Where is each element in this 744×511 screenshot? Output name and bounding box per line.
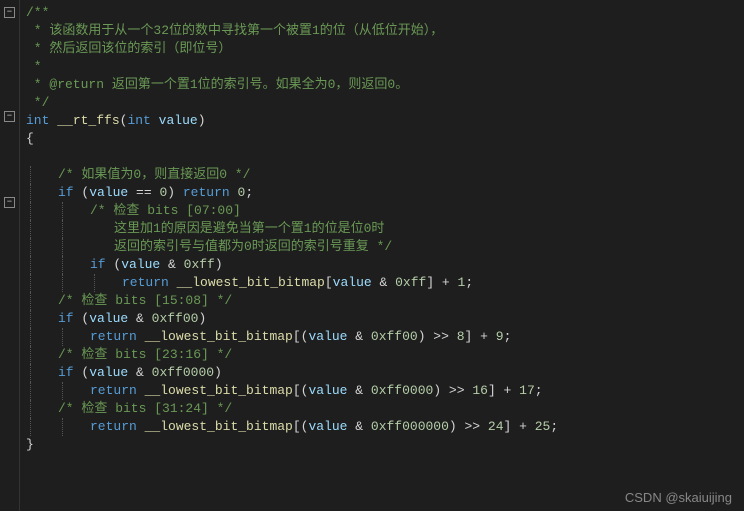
code-line[interactable]: /* 检查 bits [31:24] */: [26, 400, 744, 418]
code-line[interactable]: return __lowest_bit_bitmap[(value & 0xff…: [26, 418, 744, 436]
code-line[interactable]: 返回的索引号与值都为0时返回的索引号重复 */: [26, 238, 744, 256]
fold-toggle[interactable]: −: [4, 197, 15, 208]
code-line[interactable]: }: [26, 436, 744, 454]
code-line[interactable]: /* 检查 bits [23:16] */: [26, 346, 744, 364]
fold-toggle[interactable]: −: [4, 7, 15, 18]
code-line[interactable]: return __lowest_bit_bitmap[(value & 0xff…: [26, 382, 744, 400]
code-line[interactable]: * @return 返回第一个置1位的索引号。如果全为0，则返回0。: [26, 76, 744, 94]
code-line[interactable]: *: [26, 58, 744, 76]
code-line[interactable]: /* 如果值为0，则直接返回0 */: [26, 166, 744, 184]
code-line[interactable]: [26, 148, 744, 166]
code-line[interactable]: /* 检查 bits [07:00]: [26, 202, 744, 220]
watermark: CSDN @skaiuijing: [625, 490, 732, 505]
code-line[interactable]: /* 检查 bits [15:08] */: [26, 292, 744, 310]
code-area[interactable]: /** * 该函数用于从一个32位的数中寻找第一个被置1的位（从低位开始）， *…: [20, 0, 744, 511]
code-line[interactable]: return __lowest_bit_bitmap[value & 0xff]…: [26, 274, 744, 292]
code-line[interactable]: if (value == 0) return 0;: [26, 184, 744, 202]
code-line[interactable]: return __lowest_bit_bitmap[(value & 0xff…: [26, 328, 744, 346]
code-line[interactable]: 这里加1的原因是避免当第一个置1的位是位0时: [26, 220, 744, 238]
code-line[interactable]: * 该函数用于从一个32位的数中寻找第一个被置1的位（从低位开始），: [26, 22, 744, 40]
code-line[interactable]: if (value & 0xff0000): [26, 364, 744, 382]
code-line[interactable]: * 然后返回该位的索引（即位号）: [26, 40, 744, 58]
fold-gutter: − − −: [0, 0, 20, 511]
code-line[interactable]: /**: [26, 4, 744, 22]
code-line[interactable]: if (value & 0xff): [26, 256, 744, 274]
code-line[interactable]: if (value & 0xff00): [26, 310, 744, 328]
code-editor[interactable]: − − − /** * 该函数用于从一个32位的数中寻找第一个被置1的位（从低位…: [0, 0, 744, 511]
fold-toggle[interactable]: −: [4, 111, 15, 122]
code-line[interactable]: */: [26, 94, 744, 112]
code-line[interactable]: int __rt_ffs(int value): [26, 112, 744, 130]
code-line[interactable]: {: [26, 130, 744, 148]
